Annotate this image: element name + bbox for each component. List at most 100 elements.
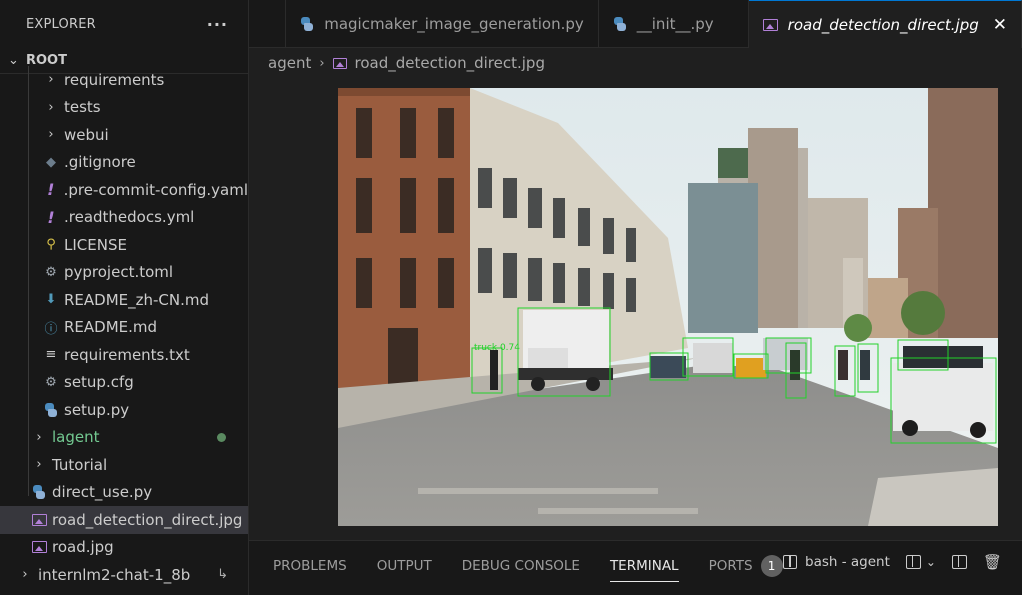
close-icon[interactable]: ✕ (993, 15, 1007, 35)
tree-item-label: requirements (64, 70, 165, 89)
tree-item-pre-commit[interactable]: ! .pre-commit-config.yaml (0, 176, 248, 204)
tree-item-label: requirements.txt (64, 345, 190, 364)
chevron-right-icon: › (22, 567, 28, 583)
tab-label: magicmaker_image_generation.py (324, 15, 584, 33)
tab-label: road_detection_direct.jpg (787, 15, 979, 34)
tab-debug-console[interactable]: DEBUG CONSOLE (462, 554, 580, 580)
tab-label: __init__.py (636, 15, 714, 33)
modified-dot-icon (217, 432, 226, 442)
chevron-right-icon: › (319, 55, 325, 71)
tree-item-label: LICENSE (64, 235, 127, 254)
tree-item-label: direct_use.py (52, 483, 153, 502)
tree-item-requirements-txt[interactable]: ≡ requirements.txt (0, 341, 248, 369)
editor-tabbar: magicmaker_image_generation.py __init__.… (249, 0, 1022, 48)
terminal-icon (783, 555, 797, 569)
tab-output[interactable]: OUTPUT (377, 554, 432, 580)
python-icon (613, 17, 627, 31)
tree-item-readthedocs[interactable]: ! .readthedocs.yml (0, 204, 248, 232)
tab-ports[interactable]: PORTS 1 (709, 551, 783, 583)
breadcrumb: agent › road_detection_direct.jpg (268, 50, 545, 76)
python-icon (28, 485, 50, 500)
new-terminal-dropdown[interactable]: ⌄ (905, 555, 936, 569)
chevron-down-icon: ⌄ (925, 555, 936, 569)
tab-ports-label: PORTS (708, 558, 753, 574)
license-icon: ⚲ (46, 237, 56, 253)
tree-item-label: tests (64, 98, 101, 117)
tree-item-label: .gitignore (64, 153, 136, 172)
lines-icon: ≡ (45, 347, 57, 363)
tree-item-label: setup.py (64, 400, 130, 419)
image-icon (332, 57, 347, 69)
detection-label: truck 0.74 (474, 343, 520, 353)
tree-item-label: lagent (52, 428, 100, 447)
tree-item-label: .readthedocs.yml (64, 208, 195, 227)
kill-terminal-button[interactable]: 🗑 (983, 553, 1002, 571)
tree-item-webui[interactable]: › webui (0, 121, 248, 149)
tree-item-requirements[interactable]: › requirements (0, 66, 248, 94)
bottom-panel: PROBLEMS OUTPUT DEBUG CONSOLE TERMINAL P… (249, 540, 1022, 595)
image-preview: truck 0.74 (338, 88, 998, 526)
explorer-header: EXPLORER ··· (0, 0, 248, 48)
python-icon (40, 402, 62, 417)
tree-item-label: pyproject.toml (64, 263, 174, 282)
tree-item-pyproject[interactable]: ⚙ pyproject.toml (0, 259, 248, 287)
tab-problems[interactable]: PROBLEMS (273, 554, 347, 580)
arrow-down-icon: ⬇ (45, 292, 57, 308)
tree-item-readme-zh[interactable]: ⬇ README_zh-CN.md (0, 286, 248, 314)
chevron-right-icon: › (48, 99, 54, 115)
tab-init[interactable]: __init__.py (599, 0, 749, 48)
svg-text:truck 0.74: truck 0.74 (474, 343, 520, 353)
chevron-right-icon: › (36, 457, 42, 473)
diamond-icon: ◆ (46, 154, 56, 170)
tab-road-detection[interactable]: road_detection_direct.jpg ✕ (748, 0, 1022, 48)
gear-icon: ⚙ (45, 374, 57, 390)
tree-item-license[interactable]: ⚲ LICENSE (0, 231, 248, 259)
symlink-icon: ↳ (217, 567, 228, 583)
tree-item-label: README_zh-CN.md (64, 290, 210, 309)
python-icon (300, 17, 314, 31)
tree-item-setup-cfg[interactable]: ⚙ setup.cfg (0, 369, 248, 397)
tree-item-label: .pre-commit-config.yaml (63, 180, 248, 199)
chevron-right-icon: › (36, 429, 42, 445)
tab-magicmaker[interactable]: magicmaker_image_generation.py (286, 0, 599, 48)
tree-item-setup-py[interactable]: setup.py (0, 396, 248, 424)
tree-item-readme[interactable]: ⓘ README.md (0, 314, 248, 342)
tree-item-label: Tutorial (52, 455, 108, 474)
explorer-title: EXPLORER (26, 16, 96, 32)
exclamation-icon: ! (47, 207, 55, 227)
tree-item-gitignore[interactable]: ◆ .gitignore (0, 149, 248, 177)
panel-tabs: PROBLEMS OUTPUT DEBUG CONSOLE TERMINAL P… (273, 551, 783, 583)
tree-item-internlm[interactable]: › internlm2-chat-1_8b ↳ (0, 561, 248, 589)
breadcrumb-folder[interactable]: agent (268, 54, 311, 72)
tree-item-label: road.jpg (52, 538, 114, 557)
more-actions-icon[interactable]: ··· (207, 15, 228, 34)
tree-item-label: README.md (64, 318, 158, 337)
tree-item-road[interactable]: road.jpg (0, 534, 248, 562)
tree-item-label: road_detection_direct.jpg (52, 510, 243, 529)
layout-icon (905, 555, 921, 569)
ports-badge: 1 (760, 555, 783, 577)
tree-item-label: webui (64, 125, 109, 144)
trash-icon: 🗑 (982, 553, 1002, 571)
tree-item-direct-use[interactable]: direct_use.py (0, 479, 248, 507)
info-icon: ⓘ (44, 321, 58, 337)
tree-item-tutorial[interactable]: › Tutorial (0, 451, 248, 479)
terminal-controls: bash - agent ⌄ 🗑 (783, 553, 1002, 571)
chevron-right-icon: › (48, 72, 54, 88)
terminal-name[interactable]: bash - agent (805, 554, 890, 570)
split-icon (951, 555, 967, 569)
tab-terminal[interactable]: TERMINAL (609, 554, 679, 582)
image-icon (28, 513, 50, 526)
tree-item-tests[interactable]: › tests (0, 94, 248, 122)
tab-hidden[interactable] (249, 0, 287, 48)
tree-item-label: setup.cfg (64, 373, 134, 392)
exclamation-icon: ! (47, 180, 55, 200)
street-photo: truck 0.74 (338, 88, 998, 526)
explorer-sidebar: EXPLORER ··· ⌄ ROOT › requirements › tes… (0, 0, 249, 595)
breadcrumb-file[interactable]: road_detection_direct.jpg (355, 54, 545, 72)
tree-item-label: internlm2-chat-1_8b (38, 565, 191, 584)
split-terminal-button[interactable] (951, 555, 967, 569)
tree-item-lagent[interactable]: › lagent (0, 424, 248, 452)
file-tree: › requirements › tests › webui ◆ .gitign… (0, 66, 248, 589)
tree-item-road-detection[interactable]: road_detection_direct.jpg (0, 506, 248, 534)
